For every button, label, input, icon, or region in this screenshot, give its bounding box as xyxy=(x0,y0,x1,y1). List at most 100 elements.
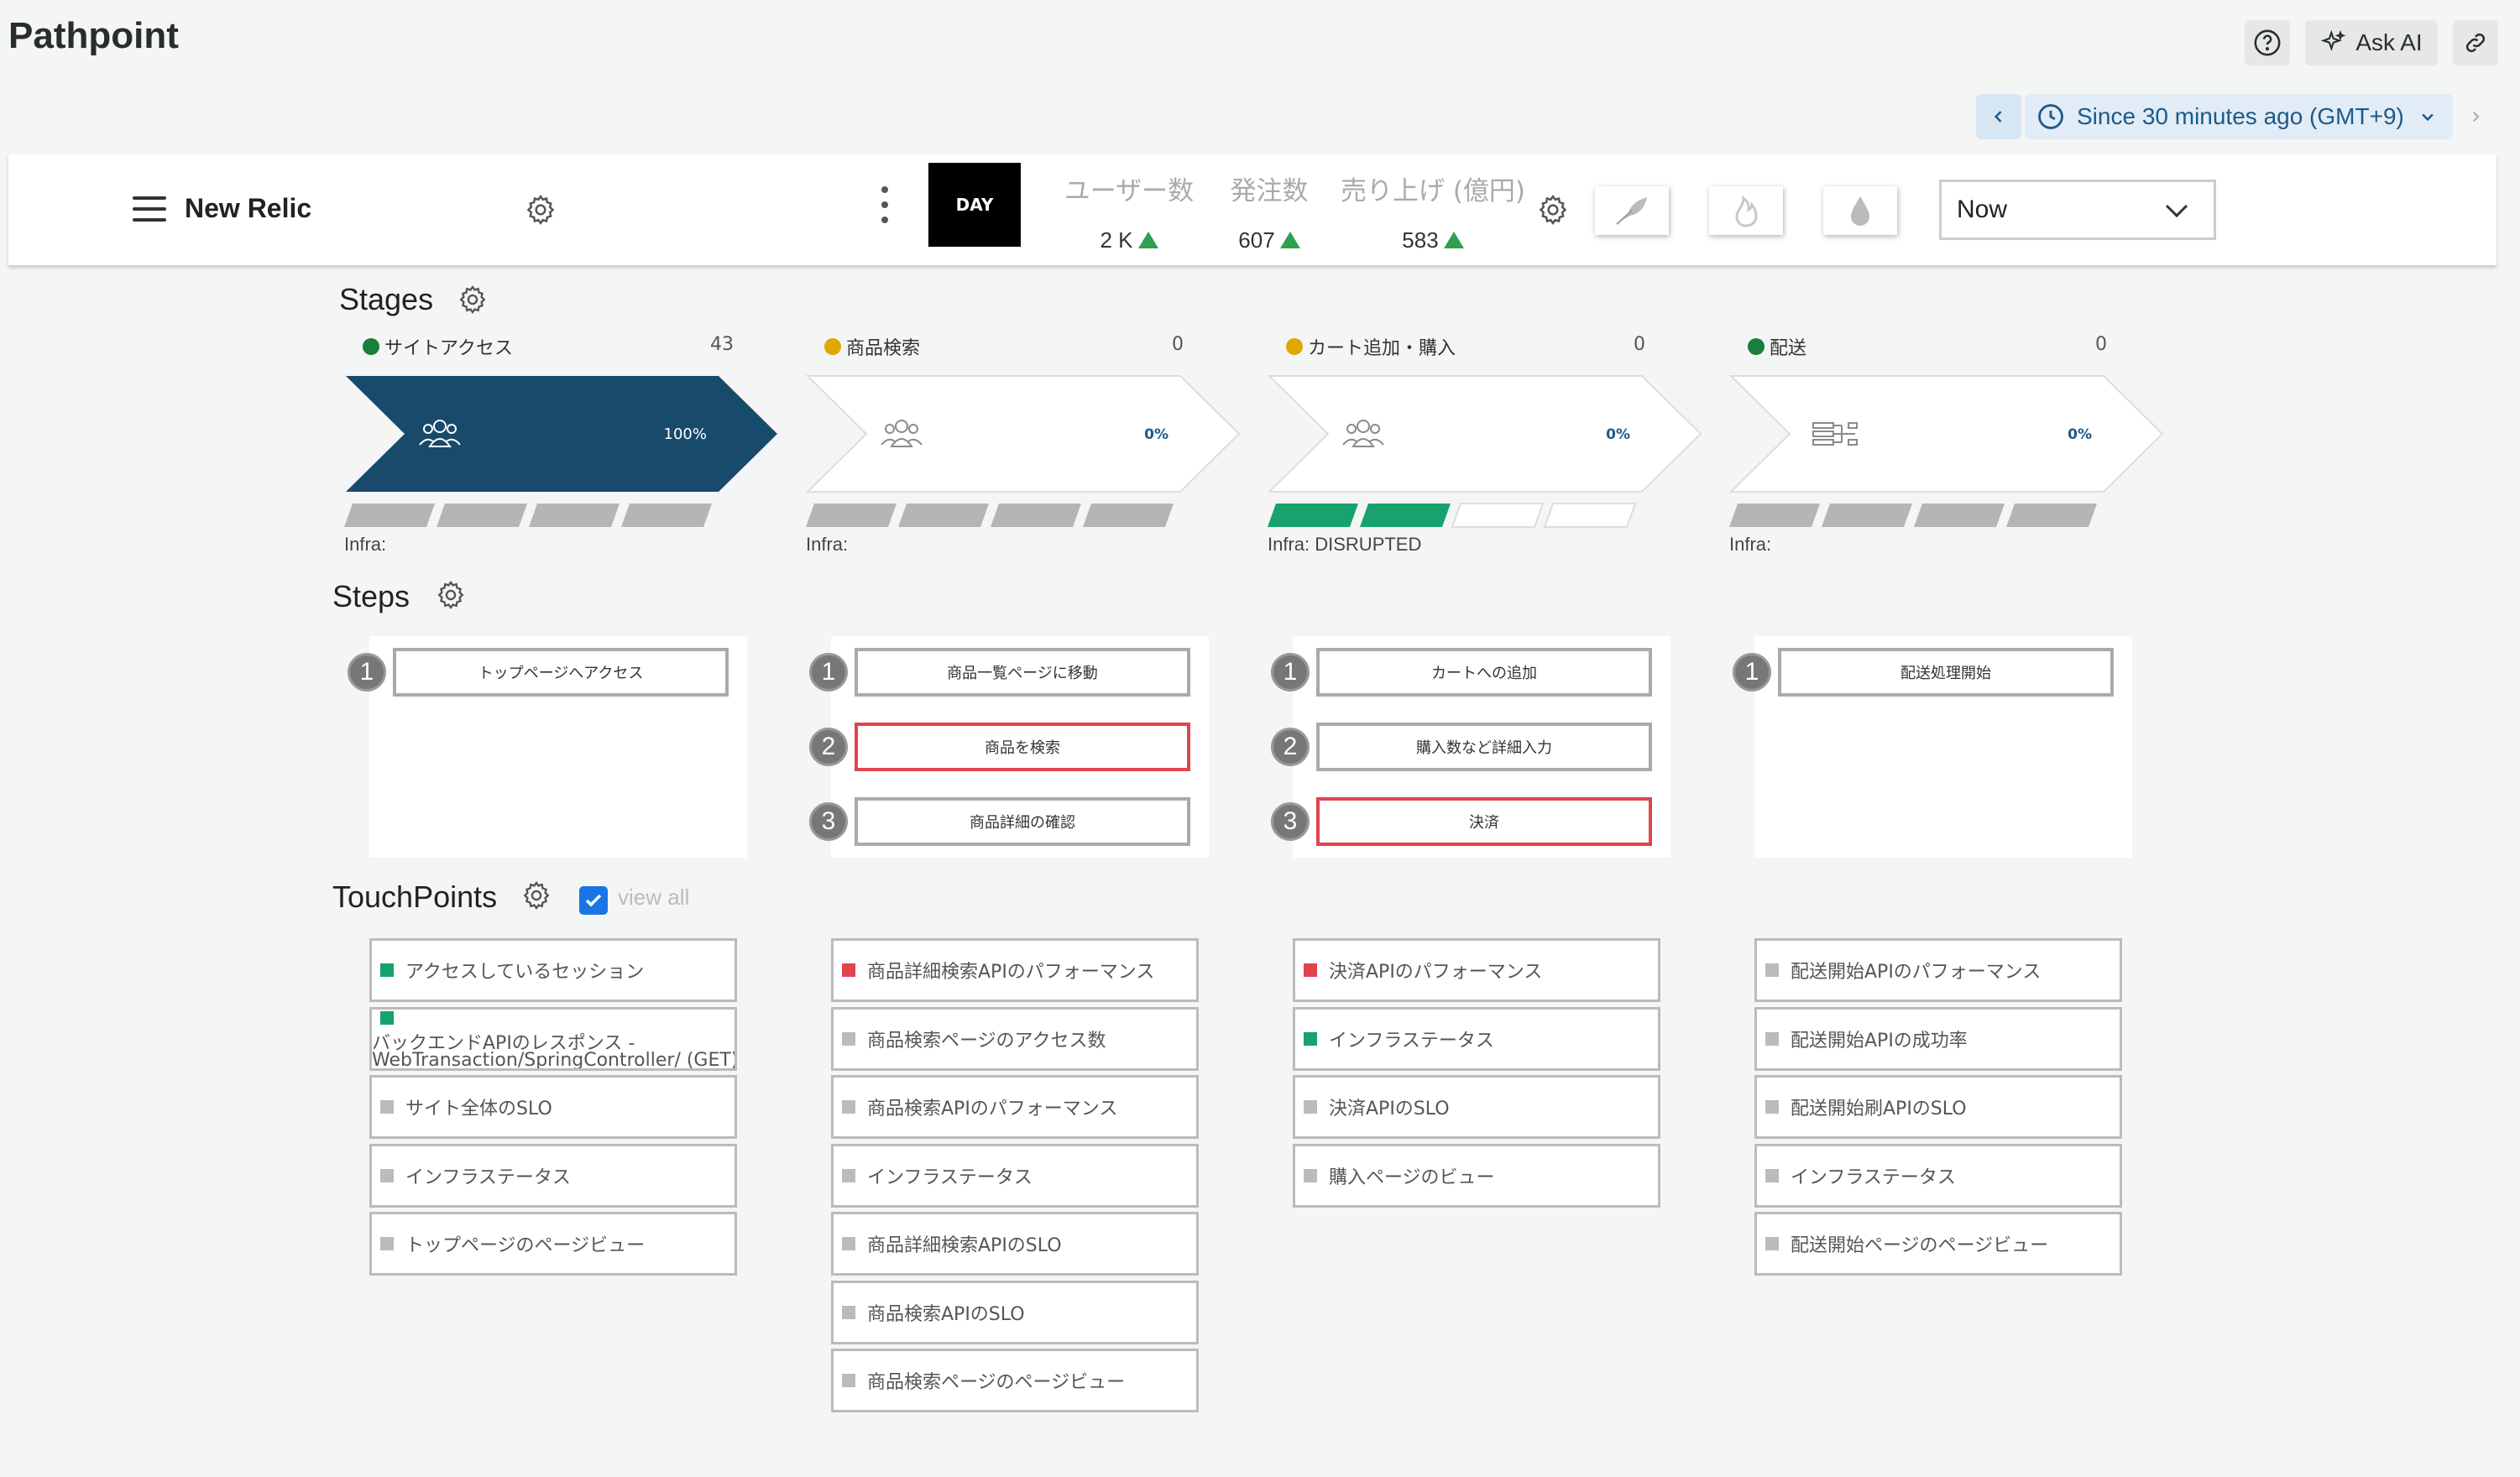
stage-chevron[interactable]: 0% xyxy=(1729,374,2166,493)
infra-status: Infra: xyxy=(344,534,387,555)
step-button[interactable]: 決済 xyxy=(1316,797,1652,846)
step-item[interactable]: 3 決済 xyxy=(1271,797,1670,846)
step-item[interactable]: 1 配送処理開始 xyxy=(1733,648,2132,697)
touchpoint-label-2: WebTransaction/SpringController/ (GET) xyxy=(372,1050,737,1071)
step-item[interactable]: 2 商品を検索 xyxy=(809,723,1209,771)
stage-count: 43 xyxy=(710,334,734,355)
touchpoint-item[interactable]: 配送開始刷APIのSLO xyxy=(1754,1075,2122,1139)
ask-ai-button[interactable]: Ask AI xyxy=(2305,20,2438,65)
touchpoint-label: アクセスしているセッション xyxy=(405,962,645,983)
time-next-button[interactable] xyxy=(2453,94,2498,139)
day-button[interactable]: DAY xyxy=(928,163,1021,247)
touchpoint-label: インフラステータス xyxy=(1791,1167,1956,1188)
infra-segment xyxy=(1451,503,1545,528)
touchpoint-item[interactable]: 商品検索ページのアクセス数 xyxy=(831,1007,1199,1071)
help-button[interactable] xyxy=(2245,20,2290,65)
stage-chevron[interactable]: 0% xyxy=(806,374,1242,493)
stage-chevron[interactable]: 0% xyxy=(1268,374,1704,493)
step-button[interactable]: 商品一覧ページに移動 xyxy=(855,648,1190,697)
touchpoint-item[interactable]: 決済APIのパフォーマンス xyxy=(1293,938,1660,1002)
link-icon xyxy=(2465,33,2486,53)
touchpoint-item[interactable]: 商品詳細検索APIのパフォーマンス xyxy=(831,938,1199,1002)
step-button[interactable]: カートへの追加 xyxy=(1316,648,1652,697)
touchpoint-item[interactable]: 商品検索APIのSLO xyxy=(831,1281,1199,1344)
touchpoint-item[interactable]: 商品検索ページのページビュー xyxy=(831,1349,1199,1412)
status-indicator xyxy=(380,1011,394,1025)
touchpoint-item[interactable]: インフラステータス xyxy=(1293,1007,1660,1071)
touchpoint-item[interactable]: 商品検索APIのパフォーマンス xyxy=(831,1075,1199,1139)
mode-feather-button[interactable] xyxy=(1595,186,1669,235)
gear-icon[interactable] xyxy=(524,193,557,227)
touchpoint-item[interactable]: 商品詳細検索APIのSLO xyxy=(831,1212,1199,1276)
touchpoint-label: 商品詳細検索APIのパフォーマンス xyxy=(867,962,1155,983)
status-indicator xyxy=(1304,1100,1317,1114)
stage-name: サイトアクセス xyxy=(384,338,513,359)
view-all-checkbox[interactable] xyxy=(579,886,608,915)
gear-icon[interactable] xyxy=(435,579,467,611)
touchpoint-item[interactable]: 配送開始APIのパフォーマンス xyxy=(1754,938,2122,1002)
step-button[interactable]: トップページへアクセス xyxy=(393,648,729,697)
more-options-icon[interactable] xyxy=(881,186,890,232)
touchpoint-item[interactable]: インフラステータス xyxy=(369,1144,737,1208)
touchpoint-item[interactable]: インフラステータス xyxy=(1754,1144,2122,1208)
step-item[interactable]: 1 商品一覧ページに移動 xyxy=(809,648,1209,697)
kpi-users: ユーザー数 2 K xyxy=(1058,170,1200,253)
step-number: 1 xyxy=(1733,653,1771,692)
touchpoint-label: 配送開始APIの成功率 xyxy=(1791,1031,1968,1052)
step-button[interactable]: 商品詳細の確認 xyxy=(855,797,1190,846)
clock-icon xyxy=(2038,104,2063,129)
stage-percent: 0% xyxy=(1144,426,1169,443)
trend-up-icon xyxy=(1443,232,1464,248)
step-button[interactable]: 購入数など詳細入力 xyxy=(1316,723,1652,771)
checkmark-icon xyxy=(585,894,602,907)
step-button[interactable]: 配送処理開始 xyxy=(1778,648,2114,697)
infra-segment xyxy=(437,504,527,527)
menu-icon[interactable] xyxy=(133,196,166,222)
touchpoint-label: 決済APIのパフォーマンス xyxy=(1329,962,1543,983)
step-number: 1 xyxy=(1271,653,1310,692)
status-indicator xyxy=(1765,1032,1779,1046)
stage-percent: 0% xyxy=(1606,426,1630,443)
touchpoint-item[interactable]: 配送開始APIの成功率 xyxy=(1754,1007,2122,1071)
gear-icon[interactable] xyxy=(457,284,489,316)
time-select[interactable]: Now xyxy=(1939,180,2216,240)
infra-status: Infra: xyxy=(806,534,849,555)
gear-icon[interactable] xyxy=(1536,193,1570,227)
status-indicator xyxy=(842,1100,855,1114)
touchpoint-label: 配送開始APIのパフォーマンス xyxy=(1791,962,2042,983)
step-item[interactable]: 2 購入数など詳細入力 xyxy=(1271,723,1670,771)
status-indicator xyxy=(380,963,394,977)
touchpoint-item[interactable]: 購入ページのビュー xyxy=(1293,1144,1660,1208)
step-button[interactable]: 商品を検索 xyxy=(855,723,1190,771)
touchpoint-item[interactable]: アクセスしているセッション xyxy=(369,938,737,1002)
gear-icon[interactable] xyxy=(520,879,552,911)
mode-drop-button[interactable] xyxy=(1823,186,1897,235)
stage-chevron[interactable]: 100% xyxy=(344,374,781,493)
time-prev-button[interactable] xyxy=(1976,94,2021,139)
infra-segment xyxy=(1543,503,1637,528)
touchpoints-title: TouchPoints xyxy=(332,879,498,914)
touchpoint-item[interactable]: インフラステータス xyxy=(831,1144,1199,1208)
touchpoint-item[interactable]: 配送開始ページのページビュー xyxy=(1754,1212,2122,1276)
kpi-value: 2 K xyxy=(1100,227,1133,253)
mode-flame-button[interactable] xyxy=(1709,186,1783,235)
time-range-picker[interactable]: Since 30 minutes ago (GMT+9) xyxy=(2025,94,2453,139)
touchpoint-item[interactable]: トップページのページビュー xyxy=(369,1212,737,1276)
trend-up-icon xyxy=(1137,232,1158,248)
stage-percent: 0% xyxy=(2068,426,2092,443)
touchpoint-item[interactable]: 決済APIのSLO xyxy=(1293,1075,1660,1139)
touchpoint-label: 決済APIのSLO xyxy=(1329,1099,1450,1119)
infra-segment xyxy=(991,504,1081,527)
infra-segment xyxy=(806,504,897,527)
brand-name: New Relic xyxy=(185,193,312,223)
status-indicator xyxy=(1765,1100,1779,1114)
kpi-sales: 売り上げ (億円) 583 xyxy=(1335,170,1531,253)
step-item[interactable]: 1 カートへの追加 xyxy=(1271,648,1670,697)
step-item[interactable]: 3 商品詳細の確認 xyxy=(809,797,1209,846)
copy-link-button[interactable] xyxy=(2453,20,2498,65)
chevron-right-icon xyxy=(2472,111,2480,123)
touchpoint-item[interactable]: サイト全体のSLO xyxy=(369,1075,737,1139)
touchpoint-item[interactable]: バックエンドAPIのレスポンス - WebTransaction/SpringCo… xyxy=(369,1007,737,1071)
step-item[interactable]: 1 トップページへアクセス xyxy=(348,648,747,697)
time-range-label: Since 30 minutes ago (GMT+9) xyxy=(2077,103,2404,129)
